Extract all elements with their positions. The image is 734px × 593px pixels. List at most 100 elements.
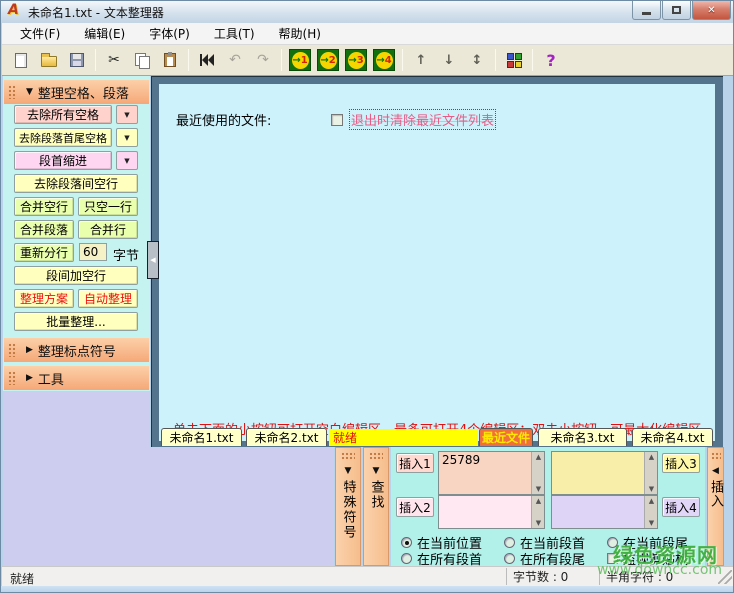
recent-files-view: 最近使用的文件: 退出时清除最近文件列表 单击下面的小按钮可打开空白编辑区，最多… [159,84,715,441]
radio-icon [504,537,515,548]
insert-4-textarea[interactable]: ▲▼ [551,495,658,529]
copy-button[interactable] [129,48,155,73]
collapse-left-icon: ◀ [150,256,155,264]
menu-font[interactable]: 字体(P) [137,22,202,45]
save-button[interactable] [64,48,90,73]
editor-2-button[interactable]: →2 [315,48,341,73]
radio-icon [401,553,412,564]
sidebar-collapse-handle[interactable]: ◀ [147,241,159,279]
copy-icon [135,53,149,67]
toolbar-separator [188,49,189,71]
para-indent-button[interactable]: 段首缩进 [14,151,112,170]
status-ready: 就绪 [10,570,34,587]
insert-3-textarea[interactable]: ▲▼ [551,451,658,495]
tab-untitled2[interactable]: 未命名2.txt [246,428,327,446]
merge-paras-button[interactable]: 合并段落 [14,220,74,239]
menu-bar: 文件(F) 编辑(E) 字体(P) 工具(T) 帮助(H) [2,23,734,45]
redo-button[interactable]: ↷ [250,48,276,73]
grip-icon [8,371,17,385]
scrollbar[interactable]: ▲▼ [644,452,657,494]
editor-4-button[interactable]: →4 [371,48,397,73]
color-blocks-button[interactable] [501,48,527,73]
help-button[interactable]: ? [538,48,564,73]
toolbar-separator [402,49,403,71]
new-document-button[interactable] [8,48,34,73]
move-up-button[interactable]: ↑ [408,48,434,73]
batch-tidy-button[interactable]: 批量整理... [14,312,138,331]
insert-4-button[interactable]: 插入4 [662,497,700,517]
scroll-up-icon: ▲ [645,497,658,505]
radio-icon [504,553,515,564]
keep-one-blank-button[interactable]: 只空一行 [78,197,138,216]
undo-button[interactable]: ↶ [222,48,248,73]
section-label: 整理标点符号 [38,341,116,360]
section-label: 整理空格、段落 [38,83,129,102]
remove-all-spaces-button[interactable]: 去除所有空格 [14,105,112,124]
maximize-button[interactable] [662,1,691,20]
go-to-start-button[interactable] [194,48,220,73]
scrollbar[interactable]: ▲▼ [531,452,544,494]
section-tools[interactable]: ▶ 工具 [4,366,149,390]
remove-blank-between-paras-button[interactable]: 去除段落间空行 [14,174,138,193]
toolbar-separator [281,49,282,71]
scrollbar[interactable]: ▲▼ [644,496,657,528]
section-punctuation[interactable]: ▶ 整理标点符号 [4,338,149,362]
status-bytes: 字节数 : 0 [506,568,596,585]
merge-blank-lines-button[interactable]: 合并空行 [14,197,74,216]
tab-untitled1[interactable]: 未命名1.txt [161,428,242,446]
menu-help[interactable]: 帮助(H) [267,22,333,45]
cut-button[interactable]: ✂ [101,48,127,73]
editor-3-button[interactable]: →3 [343,48,369,73]
clear-on-exit-checkbox[interactable] [331,114,343,126]
insert-2-button[interactable]: 插入2 [396,497,434,517]
scroll-up-icon: ▲ [645,453,658,461]
menu-file[interactable]: 文件(F) [8,22,72,45]
editor-4-icon: →4 [373,49,395,71]
rewrap-button[interactable]: 重新分行 [14,243,74,262]
toolbar: ✂ ↶ ↷ →1 →2 →3 →4 ↑ ↓ ↕ [2,45,734,76]
open-file-button[interactable] [36,48,62,73]
move-up-down-button[interactable]: ↕ [464,48,490,73]
rewrap-length-input[interactable] [79,243,107,261]
insert-3-button[interactable]: 插入3 [662,453,700,473]
window-bottom-border [1,586,734,593]
help-icon: ? [546,51,555,70]
scrollbar[interactable]: ▲▼ [531,496,544,528]
editor-1-button[interactable]: →1 [287,48,313,73]
clear-on-exit-label[interactable]: 退出时清除最近文件列表 [349,109,496,130]
remove-para-edge-spaces-dropdown[interactable]: ▼ [116,128,138,147]
remove-all-spaces-dropdown[interactable]: ▼ [116,105,138,124]
para-indent-dropdown[interactable]: ▼ [116,151,138,170]
grip-icon [341,452,355,461]
editor-1-icon: →1 [289,49,311,71]
up-down-arrow-icon: ↕ [472,53,483,68]
color-blocks-icon [507,53,522,68]
close-button[interactable]: ✕ [692,1,731,20]
title-bar: A 未命名1.txt - 文本整理器 ✕ [1,1,734,23]
new-document-icon [15,53,27,68]
auto-tidy-button[interactable]: 自动整理 [78,289,138,308]
insert-1-textarea[interactable]: 25789 ▲▼ [438,451,545,495]
tab-bar: 未命名1.txt 未命名2.txt 就绪 最近文件 未命名3.txt 未命名4.… [151,428,723,447]
move-down-button[interactable]: ↓ [436,48,462,73]
menu-edit[interactable]: 编辑(E) [72,22,137,45]
open-folder-icon [41,56,57,67]
special-symbols-strip[interactable]: ▼ 特殊符号 [335,447,361,566]
minimize-button[interactable] [632,1,661,20]
find-strip[interactable]: ▼ 查找 [363,447,389,566]
paste-button[interactable] [157,48,183,73]
tab-status-ready: 就绪 [329,429,478,446]
merge-lines-button[interactable]: 合并行 [78,220,138,239]
remove-para-edge-spaces-button[interactable]: 去除段落首尾空格 [14,128,112,147]
tab-untitled4[interactable]: 未命名4.txt [632,428,713,446]
insert-1-button[interactable]: 插入1 [396,453,434,473]
tab-recent-files[interactable]: 最近文件 [479,428,533,446]
add-blank-between-paras-button[interactable]: 段间加空行 [14,266,138,285]
insert-2-textarea[interactable]: ▲▼ [438,495,545,529]
editor-3-icon: →3 [345,49,367,71]
tab-untitled3[interactable]: 未命名3.txt [538,428,627,446]
down-arrow-icon: ↓ [444,53,455,68]
section-spaces-paragraphs[interactable]: ▼ 整理空格、段落 [4,80,149,104]
scheme-button[interactable]: 整理方案 [14,289,74,308]
menu-tools[interactable]: 工具(T) [202,22,267,45]
